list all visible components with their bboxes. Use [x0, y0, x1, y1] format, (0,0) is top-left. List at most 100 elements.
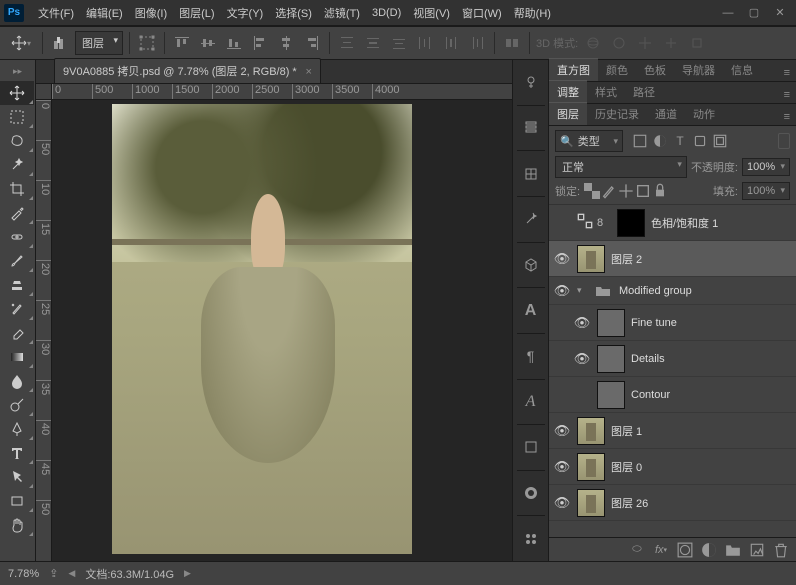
group-disclosure-icon[interactable]: ▾ — [577, 285, 589, 296]
lasso-tool[interactable] — [0, 129, 34, 153]
pen-tool[interactable] — [0, 417, 34, 441]
layer-row-details[interactable]: 👁 Details — [549, 341, 796, 377]
slide-3d-icon[interactable] — [660, 32, 682, 54]
crop-tool[interactable] — [0, 177, 34, 201]
chevron-left-icon[interactable]: ◀ — [68, 568, 75, 579]
dodge-tool[interactable] — [0, 393, 34, 417]
layer-filter-dropdown[interactable]: 🔍 类型 — [555, 130, 623, 152]
panel-menu-icon[interactable]: ≡ — [778, 87, 796, 103]
tab-color[interactable]: 颜色 — [598, 59, 636, 81]
history-panel-icon[interactable] — [518, 116, 544, 141]
align-top-icon[interactable] — [171, 32, 193, 54]
character-panel-icon[interactable]: ¶ — [518, 344, 544, 369]
roll-3d-icon[interactable] — [608, 32, 630, 54]
layer-row-layer1[interactable]: 👁 图层 1 — [549, 413, 796, 449]
scale-3d-icon[interactable] — [686, 32, 708, 54]
eyedropper-tool[interactable] — [0, 201, 34, 225]
menu-select[interactable]: 选择(S) — [269, 2, 318, 24]
menu-3d[interactable]: 3D(D) — [366, 4, 407, 22]
blur-tool[interactable] — [0, 369, 34, 393]
distribute-right-icon[interactable] — [466, 32, 488, 54]
adjustments-panel-icon[interactable] — [518, 207, 544, 232]
layer-name[interactable]: 色相/饱和度 1 — [651, 215, 718, 231]
filter-type-icon[interactable]: T — [671, 132, 689, 150]
canvas-viewport[interactable]: 05001000150020002500300035004000 0501015… — [36, 84, 512, 561]
tab-history[interactable]: 历史记录 — [587, 103, 647, 125]
layers-list[interactable]: 8 色相/饱和度 1 👁 图层 2 👁 ▾ Modified group 👁 F… — [549, 205, 796, 537]
visibility-toggle[interactable]: 👁 — [553, 495, 571, 511]
layer-row-layer2[interactable]: 👁 图层 2 — [549, 241, 796, 277]
move-tool[interactable] — [0, 81, 34, 105]
delete-layer-icon[interactable] — [772, 541, 790, 559]
menu-file[interactable]: 文件(F) — [32, 2, 80, 24]
distribute-left-icon[interactable] — [414, 32, 436, 54]
filter-adjustment-icon[interactable] — [651, 132, 669, 150]
layer-name[interactable]: 图层 1 — [611, 423, 642, 439]
layer-row-contour[interactable]: Contour — [549, 377, 796, 413]
new-layer-icon[interactable] — [748, 541, 766, 559]
auto-align-icon[interactable] — [501, 32, 523, 54]
visibility-toggle[interactable]: 👁 — [573, 351, 591, 367]
toolbox-collapse-arrows[interactable]: ▸▸ — [0, 64, 35, 81]
tab-swatches[interactable]: 色板 — [636, 59, 674, 81]
tab-layers[interactable]: 图层 — [549, 102, 587, 125]
visibility-toggle[interactable]: 👁 — [553, 283, 571, 299]
menu-edit[interactable]: 编辑(E) — [80, 2, 129, 24]
tab-styles[interactable]: 样式 — [587, 81, 625, 103]
close-tab-icon[interactable]: × — [306, 66, 312, 78]
filter-toggle-switch[interactable] — [778, 133, 790, 149]
opacity-input[interactable]: 100% — [742, 158, 790, 176]
new-adjustment-icon[interactable] — [700, 541, 718, 559]
eraser-tool[interactable] — [0, 321, 34, 345]
minimize-button[interactable]: — — [716, 3, 740, 23]
tab-adjustments[interactable]: 调整 — [549, 80, 587, 103]
document-tab[interactable]: 9V0A0885 拷贝.psd @ 7.78% (图层 2, RGB/8) * … — [54, 58, 321, 83]
align-bottom-icon[interactable] — [223, 32, 245, 54]
layer-effects-icon[interactable]: fx▾ — [652, 541, 670, 559]
active-tool-preset[interactable]: ▾ — [6, 30, 36, 56]
layer-thumbnail[interactable] — [577, 489, 605, 517]
fill-input[interactable]: 100% — [742, 182, 790, 200]
layer-name[interactable]: Details — [631, 353, 665, 365]
layer-name[interactable]: 图层 26 — [611, 495, 648, 511]
filter-smartobject-icon[interactable] — [711, 132, 729, 150]
brush-presets-panel-icon[interactable] — [518, 526, 544, 551]
layer-row-group[interactable]: 👁 ▾ Modified group — [549, 277, 796, 305]
auto-select-dropdown[interactable]: 图层 — [75, 31, 123, 55]
menu-filter[interactable]: 滤镜(T) — [318, 2, 366, 24]
visibility-toggle[interactable]: 👁 — [553, 459, 571, 475]
panel-menu-icon[interactable]: ≡ — [778, 109, 796, 125]
align-vcenter-icon[interactable] — [197, 32, 219, 54]
auto-select-icon[interactable] — [49, 32, 71, 54]
visibility-toggle[interactable]: 👁 — [553, 423, 571, 439]
visibility-toggle[interactable]: 👁 — [553, 251, 571, 267]
lock-transparency-icon[interactable] — [584, 183, 600, 199]
chevron-right-icon[interactable]: ▶ — [184, 568, 191, 579]
libraries-panel-icon[interactable] — [518, 481, 544, 506]
vertical-ruler[interactable]: 050101520253035404550 — [36, 100, 52, 561]
swatches-panel-icon[interactable] — [518, 161, 544, 186]
path-selection-tool[interactable] — [0, 465, 34, 489]
close-button[interactable]: ✕ — [768, 3, 792, 23]
new-group-icon[interactable] — [724, 541, 742, 559]
link-layers-icon[interactable]: ⬭ — [628, 541, 646, 559]
layer-thumbnail[interactable] — [597, 345, 625, 373]
layer-thumbnail[interactable] — [577, 245, 605, 273]
layer-row-hue-saturation[interactable]: 8 色相/饱和度 1 — [549, 205, 796, 241]
share-icon[interactable]: ⇪ — [49, 567, 58, 580]
zoom-level[interactable]: 7.78% — [8, 568, 39, 580]
layer-thumbnail[interactable] — [597, 309, 625, 337]
align-right-icon[interactable] — [301, 32, 323, 54]
align-hcenter-icon[interactable] — [275, 32, 297, 54]
canvas-image[interactable] — [112, 104, 412, 554]
tab-channels[interactable]: 通道 — [647, 103, 685, 125]
layer-thumbnail[interactable] — [577, 453, 605, 481]
layer-name[interactable]: Modified group — [619, 285, 692, 297]
brush-tool[interactable] — [0, 249, 34, 273]
layer-row-layer26[interactable]: 👁 图层 26 — [549, 485, 796, 521]
magic-wand-tool[interactable] — [0, 153, 34, 177]
align-left-icon[interactable] — [249, 32, 271, 54]
clone-stamp-tool[interactable] — [0, 273, 34, 297]
lock-all-icon[interactable] — [652, 183, 668, 199]
glyphs-panel-icon[interactable] — [518, 435, 544, 460]
